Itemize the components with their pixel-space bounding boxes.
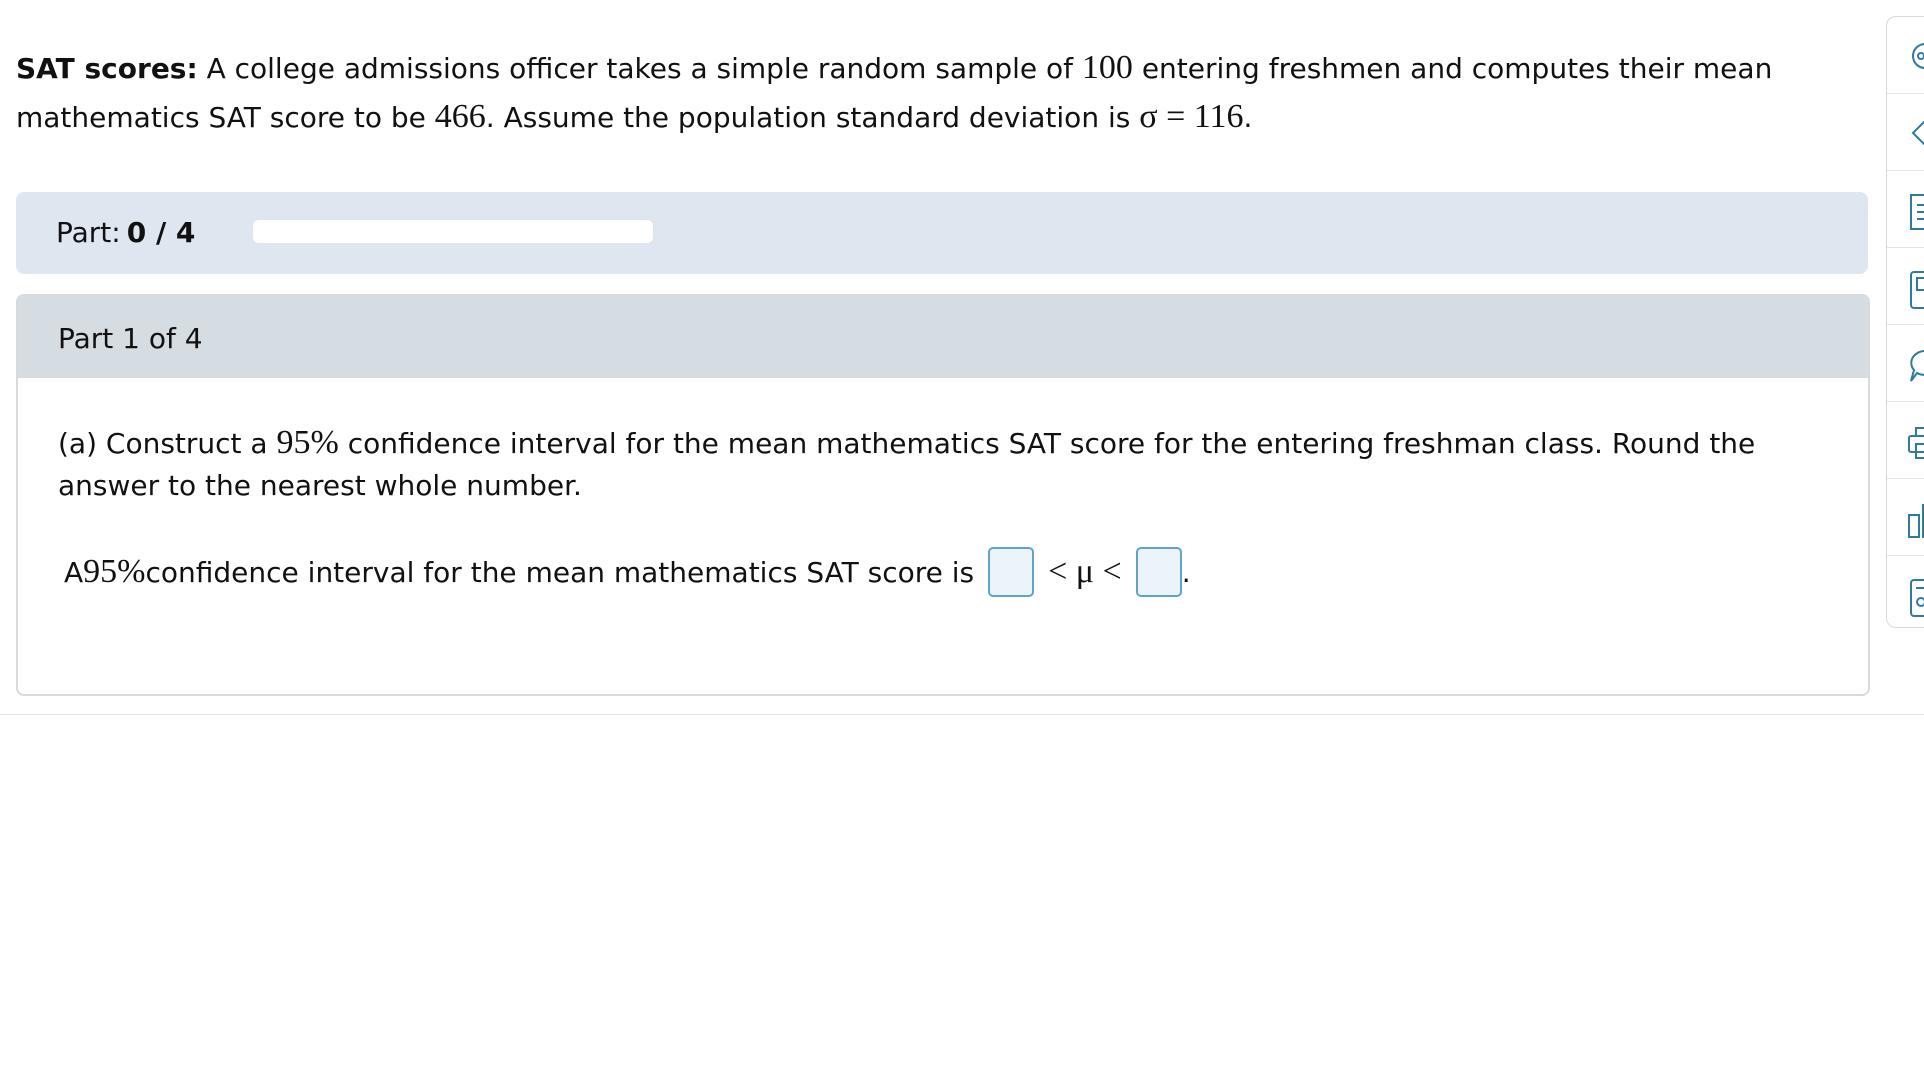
question-confidence-level: 95% (276, 424, 339, 461)
part-card: Part 1 of 4 (a) Construct a 95% confiden… (16, 294, 1870, 696)
ebook-button[interactable] (1887, 248, 1924, 325)
problem-text-1: A college admissions officer takes a sim… (197, 52, 1082, 85)
sample-size: 100 (1081, 49, 1133, 86)
problem-text-3: . Assume the population standard deviati… (485, 101, 1140, 134)
answer-prefix: A (64, 555, 84, 589)
progress-count: 0 / 4 (126, 216, 196, 249)
calculator-button[interactable] (1887, 556, 1924, 632)
part-header: Part 1 of 4 (18, 296, 1868, 378)
print-button[interactable] (1887, 402, 1924, 479)
notes-button[interactable] (1887, 171, 1924, 248)
print-icon (1908, 427, 1924, 459)
problem-lead: SAT scores: (16, 52, 198, 85)
answer-row: A 95% confidence interval for the mean m… (64, 542, 1191, 602)
answer-middle: confidence interval for the mean mathema… (145, 555, 975, 589)
data-icon (1908, 504, 1924, 538)
data-button[interactable] (1887, 479, 1924, 556)
highlighter-icon (1911, 120, 1924, 146)
ebook-icon (1910, 271, 1924, 309)
divider (0, 714, 1924, 715)
sample-mean: 466 (434, 98, 486, 135)
calculator-icon (1910, 579, 1924, 617)
answer-end: . (1181, 555, 1191, 589)
ask-question-icon (1910, 349, 1924, 382)
lower-bound-input[interactable] (988, 547, 1035, 597)
problem-text-4: . (1243, 101, 1253, 134)
tools-sidebar (1886, 16, 1924, 628)
progress-panel: Part: 0 / 4 (16, 192, 1868, 274)
notes-icon (1910, 194, 1924, 230)
sigma-expression: σ = 116 (1139, 98, 1244, 135)
mu-inequality: < μ < (1048, 553, 1122, 590)
progress-label-text: Part: (56, 216, 121, 249)
problem-statement: SAT scores: A college admissions officer… (16, 44, 1836, 142)
read-aloud-button[interactable] (1887, 17, 1924, 94)
ask-question-button[interactable] (1887, 325, 1924, 402)
progress-label: Part: 0 / 4 (56, 216, 195, 249)
part-title: Part 1 of 4 (58, 322, 203, 355)
highlighter-button[interactable] (1887, 94, 1924, 171)
answer-confidence-level: 95% (83, 553, 146, 590)
read-aloud-icon (1912, 43, 1924, 69)
upper-bound-input[interactable] (1135, 547, 1182, 597)
question-text: (a) Construct a 95% confidence interval … (58, 422, 1838, 507)
progress-bar (253, 220, 653, 243)
question-prefix: (a) Construct a (58, 427, 277, 460)
